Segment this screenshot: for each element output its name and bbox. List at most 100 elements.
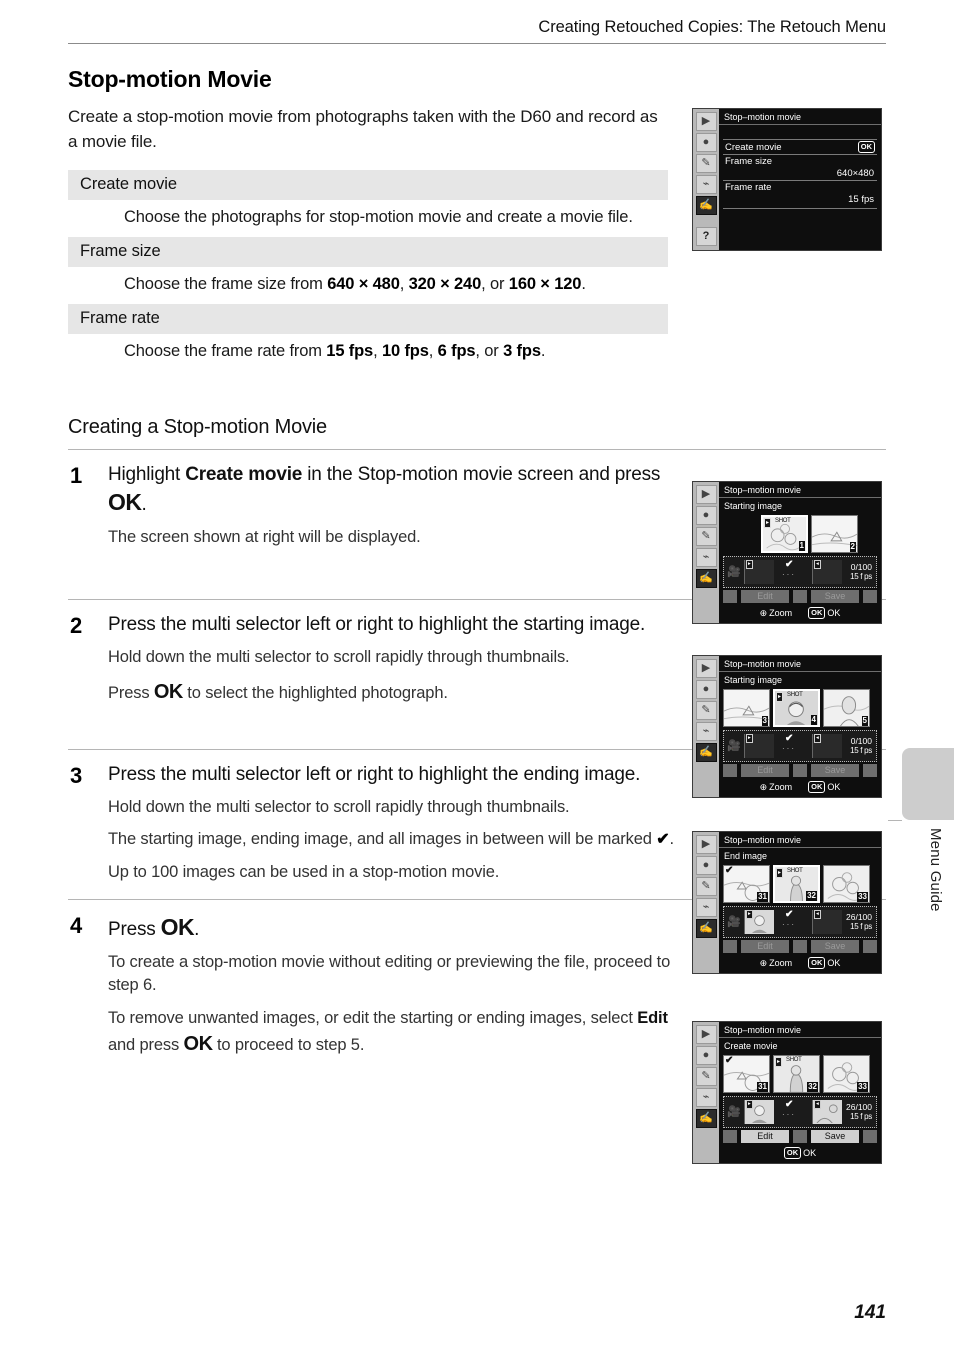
filmstrip-counter: 0/100 15 f ps xyxy=(850,562,874,582)
frame-size-sep-1: , or xyxy=(481,275,509,294)
filmstrip-end-cell[interactable]: ◂ xyxy=(812,560,842,584)
button-spacer-mid xyxy=(793,1130,807,1143)
save-button[interactable]: Save xyxy=(811,590,859,603)
edit-button[interactable]: Edit xyxy=(741,1130,789,1143)
frame-rate-sep-0: , xyxy=(373,342,382,361)
camera-icon[interactable]: ● xyxy=(695,1046,717,1065)
ok-badge-icon: OK xyxy=(808,781,826,793)
pencil-icon[interactable]: ✎ xyxy=(695,1067,717,1086)
thumbnail-item[interactable]: 5 xyxy=(823,689,870,727)
thumbnail-number: 33 xyxy=(857,892,868,902)
retouch-icon[interactable]: ✍ xyxy=(695,1109,717,1128)
thumbnail-item[interactable]: 3 xyxy=(723,689,770,727)
thumbnail-item[interactable]: 2 xyxy=(811,515,858,553)
edit-button[interactable]: Edit xyxy=(741,940,789,953)
camera-icon[interactable]: ● xyxy=(695,856,717,875)
pencil-icon[interactable]: ✎ xyxy=(695,877,717,896)
movie-camera-icon: 🎥 xyxy=(727,565,741,578)
play-icon[interactable]: ▶ xyxy=(695,659,717,678)
lcd-step1-thumbnails: ▸ SHOT 1 2 xyxy=(719,513,881,554)
option-desc-create-movie: Choose the photographs for stop-motion m… xyxy=(124,208,633,227)
filmstrip-end-cell[interactable]: ◂ xyxy=(812,734,842,758)
lcd-title: Stop–motion movie xyxy=(719,1022,881,1038)
thumbnail-item[interactable]: ▸ SHOT 4 xyxy=(773,689,820,727)
thumbnail-item[interactable]: ▸ SHOT 1 xyxy=(761,515,808,553)
step-4-note2-a: To remove unwanted images, or edit the s… xyxy=(108,1008,638,1027)
ellipsis-dots: ··· xyxy=(782,570,796,579)
filmstrip-end-cell[interactable]: ◂ xyxy=(812,1100,842,1124)
thumbnail-item[interactable]: 33 xyxy=(823,865,870,903)
lcd-step4-footer: OK OK xyxy=(719,1145,881,1162)
thumbnail-item[interactable]: ✔ 31 xyxy=(723,1055,770,1093)
step-4-note2-c: to proceed to step 5. xyxy=(212,1036,365,1055)
lcd-step4-buttons: Edit Save xyxy=(719,1128,881,1145)
camera-icon[interactable]: ● xyxy=(695,506,717,525)
edit-button[interactable]: Edit xyxy=(741,590,789,603)
filmstrip-start-cell[interactable]: ▸ xyxy=(744,1100,774,1124)
retouch-icon[interactable]: ✍ xyxy=(695,919,717,938)
lcd-step2-filmstrip: 🎥 ▸ ✔ ··· ◂ 0/100 15 f ps xyxy=(723,730,877,762)
button-spacer-left xyxy=(723,590,737,603)
step-4-head-d: . xyxy=(194,918,200,940)
save-button[interactable]: Save xyxy=(811,1130,859,1143)
pencil-icon[interactable]: ✎ xyxy=(695,154,717,173)
page-number: 141 xyxy=(854,1302,886,1323)
pencil-icon[interactable]: ✎ xyxy=(695,527,717,546)
menu-item-frame-rate[interactable]: Frame rate xyxy=(723,180,877,194)
play-icon[interactable]: ▶ xyxy=(695,485,717,504)
ellipsis-dots: ··· xyxy=(782,744,796,753)
wrench-icon[interactable]: ⌁ xyxy=(695,548,717,567)
play-icon[interactable]: ▶ xyxy=(695,1025,717,1044)
thumbnail-item[interactable]: ✔ 31 xyxy=(723,865,770,903)
filmstrip-start-cell[interactable]: ▸ xyxy=(744,910,774,934)
wrench-icon[interactable]: ⌁ xyxy=(695,1088,717,1107)
menu-item-frame-size[interactable]: Frame size xyxy=(723,154,877,168)
start-marker-icon: ▸ xyxy=(746,1100,753,1109)
camera-icon[interactable]: ● xyxy=(695,680,717,699)
thumbnail-number: 32 xyxy=(806,891,817,901)
wrench-icon[interactable]: ⌁ xyxy=(695,722,717,741)
marker-badge-icon: ▸ xyxy=(764,518,772,528)
play-icon[interactable]: ▶ xyxy=(695,835,717,854)
lcd-title: Stop–motion movie xyxy=(719,656,881,672)
wrench-icon[interactable]: ⌁ xyxy=(695,898,717,917)
thumbnail-item[interactable]: ▸ SHOT 32 xyxy=(773,1055,820,1093)
help-icon[interactable]: ? xyxy=(695,227,717,246)
retouch-icon[interactable]: ✍ xyxy=(695,196,717,215)
step-4-head-a: Press xyxy=(108,918,161,940)
thumbnail-number: 5 xyxy=(861,716,868,726)
filmstrip-start-cell[interactable]: ▸ xyxy=(744,734,774,758)
start-marker-icon: ▸ xyxy=(746,560,753,569)
checkmark-icon: ✔ xyxy=(725,865,734,876)
lcd-subtitle: Starting image xyxy=(724,675,783,685)
ok-hint: OK OK xyxy=(808,607,840,619)
thumbnail-item[interactable]: 33 xyxy=(823,1055,870,1093)
lcd-step-1: ▶ ● ✎ ⌁ ✍ Stop–motion movie Starting ima… xyxy=(692,481,882,624)
movie-camera-icon: 🎥 xyxy=(727,739,741,752)
thumbnail-item[interactable]: ▸ SHOT 32 xyxy=(773,865,820,903)
zoom-label: Zoom xyxy=(769,608,793,618)
menu-item-create-movie[interactable]: Create movie OK xyxy=(723,139,877,154)
image-count: 26/100 xyxy=(846,912,872,922)
play-icon[interactable]: ▶ xyxy=(695,112,717,131)
button-spacer-right xyxy=(863,590,877,603)
save-button[interactable]: Save xyxy=(811,940,859,953)
frame-rate-suffix: . xyxy=(540,342,546,361)
filmstrip-middle-cell: ✔ ··· xyxy=(776,909,810,934)
pencil-icon[interactable]: ✎ xyxy=(695,701,717,720)
lcd-step1-footer: ⊕ Zoom OK OK xyxy=(719,605,881,622)
edit-button[interactable]: Edit xyxy=(741,764,789,777)
wrench-icon[interactable]: ⌁ xyxy=(695,175,717,194)
thumbnail-number: 1 xyxy=(798,541,805,551)
image-count: 26/100 xyxy=(846,1102,872,1112)
retouch-icon[interactable]: ✍ xyxy=(695,743,717,762)
filmstrip-end-cell[interactable]: ◂ xyxy=(812,910,842,934)
camera-icon[interactable]: ● xyxy=(695,133,717,152)
filmstrip-start-cell[interactable]: ▸ xyxy=(744,560,774,584)
lcd-menu-rows: Create movie OK Frame size 640×480 Frame… xyxy=(719,125,881,250)
retouch-icon[interactable]: ✍ xyxy=(695,569,717,588)
save-button[interactable]: Save xyxy=(811,764,859,777)
shot-label: SHOT xyxy=(787,868,803,874)
lcd-title: Stop–motion movie xyxy=(719,482,881,498)
zoom-label: Zoom xyxy=(769,958,793,968)
